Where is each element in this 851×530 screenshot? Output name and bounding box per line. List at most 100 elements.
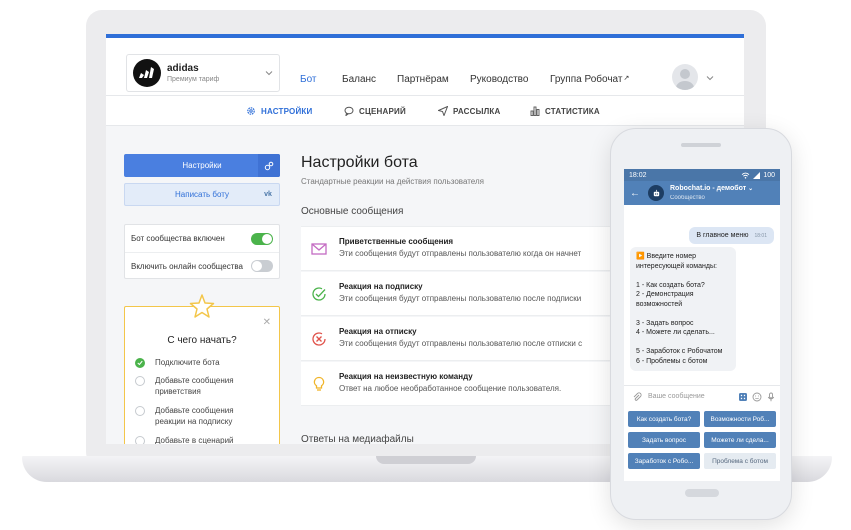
chevron-down-icon: ⌄ xyxy=(748,185,754,192)
bot-avatar xyxy=(648,185,664,201)
outgoing-message: В главное меню 18:01 xyxy=(689,227,774,244)
message-row-welcome[interactable]: Приветственные сообщения Эти сообщения б… xyxy=(301,227,621,271)
chat-bubble-icon xyxy=(344,106,354,116)
settings-button-label: Настройки xyxy=(182,161,222,170)
user-icon xyxy=(676,69,694,90)
message-desc: Эти сообщения будут отправлены пользоват… xyxy=(339,249,582,258)
toggle-online-switch[interactable] xyxy=(251,260,273,272)
chat-body: В главное меню 18:01 ▶️ Введите номер инт… xyxy=(624,205,780,385)
arrow-left-icon[interactable]: ← xyxy=(630,188,644,199)
message-title: Приветственные сообщения xyxy=(339,237,454,246)
chat-name: Robochat.io - демобот xyxy=(670,184,747,192)
circle-icon xyxy=(135,436,145,444)
message-desc: Эти сообщения будут отправлены пользоват… xyxy=(339,339,583,348)
outgoing-message-text: В главное меню xyxy=(696,232,749,239)
section-media-title: Ответы на медиафайлы xyxy=(301,434,414,444)
step-item[interactable]: Добавьте сообщения приветствия xyxy=(135,375,245,397)
kb-button[interactable]: Проблема с ботом xyxy=(704,453,776,469)
brand-selector[interactable]: adidas Премиум тариф xyxy=(126,54,280,92)
kb-button[interactable]: Можете ли сдела... xyxy=(704,432,776,448)
bulb-icon xyxy=(313,376,325,391)
phone-speaker xyxy=(681,143,721,147)
message-desc: Ответ на любое необработанное сообщение … xyxy=(339,384,562,393)
write-bot-button[interactable]: Написать боту vk xyxy=(124,183,280,206)
check-icon xyxy=(135,358,145,368)
getting-started-title: С чего начать? xyxy=(167,335,237,346)
toggle-online-label: Включить онлайн сообщества xyxy=(131,261,243,271)
write-bot-button-label: Написать боту xyxy=(175,190,229,199)
getting-started-card: ✕ С чего начать? Подключите бота Добавьт… xyxy=(124,294,280,444)
chevron-down-icon[interactable] xyxy=(706,74,714,82)
tab-scenario[interactable]: СЦЕНАРИЙ xyxy=(344,106,406,116)
gears-icon xyxy=(264,161,274,170)
send-icon xyxy=(438,106,448,116)
status-bar: 18:02 100 xyxy=(624,169,780,181)
app-header: adidas Премиум тариф Бот Баланс Партнёра… xyxy=(106,38,744,98)
tab-statistics[interactable]: СТАТИСТИКА xyxy=(530,106,600,116)
outgoing-message-time: 18:01 xyxy=(754,233,767,239)
gear-icon xyxy=(247,107,255,115)
emoji-icon[interactable] xyxy=(752,392,762,402)
bar-chart-icon xyxy=(530,106,540,116)
message-row-unsubscribe[interactable]: Реакция на отписку Эти сообщения будут о… xyxy=(301,317,621,361)
star-icon xyxy=(189,294,215,318)
tab-statistics-label: СТАТИСТИКА xyxy=(545,106,600,116)
circle-icon xyxy=(135,406,145,416)
signal-icon xyxy=(753,171,761,179)
wifi-icon xyxy=(742,172,750,179)
phone-screen: 18:02 100 ← Robochat.io - демобот ⌄ Сооб… xyxy=(624,169,780,481)
tab-mailing-label: РАССЫЛКА xyxy=(453,106,501,116)
chat-header: ← Robochat.io - демобот ⌄ Сообщество xyxy=(624,181,780,205)
tab-settings[interactable]: НАСТРОЙКИ xyxy=(246,106,312,116)
mail-icon xyxy=(311,243,327,255)
nav-guide[interactable]: Руководство xyxy=(470,74,528,85)
step-label: Добавьте сообщения реакции на подписку xyxy=(155,406,234,426)
status-time: 18:02 xyxy=(629,171,647,179)
kb-button[interactable]: Задать вопрос xyxy=(628,432,700,448)
message-input[interactable]: Ваше сообщение xyxy=(648,393,734,400)
message-row-subscribe[interactable]: Реакция на подписку Эти сообщения будут … xyxy=(301,272,621,316)
step-label: Добавьте сообщения приветствия xyxy=(155,376,234,396)
battery-level: 100 xyxy=(763,171,775,179)
nav-partners[interactable]: Партнёрам xyxy=(397,74,449,85)
nav-group-label: Группа Робочат xyxy=(550,74,623,85)
nav-bot[interactable]: Бот xyxy=(300,74,316,85)
tab-scenario-label: СЦЕНАРИЙ xyxy=(359,106,406,116)
kb-button[interactable]: Заработок с Робо... xyxy=(628,453,700,469)
external-link-icon: ↗ xyxy=(623,75,630,82)
step-item[interactable]: Добавьте в сценарий xyxy=(135,435,245,444)
chat-status: Сообщество xyxy=(670,194,705,201)
brand-logo xyxy=(133,59,161,87)
step-item[interactable]: Добавьте сообщения реакции на подписку xyxy=(135,405,255,427)
kb-button[interactable]: Как создать бота? xyxy=(628,411,700,427)
laptop-notch xyxy=(376,456,476,464)
phone-home-button xyxy=(685,489,719,497)
avatar[interactable] xyxy=(672,64,698,90)
kb-button[interactable]: Возможности Роб... xyxy=(704,411,776,427)
toggle-bot-enabled-switch[interactable] xyxy=(251,232,273,245)
brand-plan: Премиум тариф xyxy=(167,76,220,83)
phone-mockup: 18:02 100 ← Robochat.io - демобот ⌄ Сооб… xyxy=(610,128,792,520)
microphone-icon[interactable] xyxy=(766,392,776,402)
message-row-unknown[interactable]: Реакция на неизвестную команду Ответ на … xyxy=(301,362,621,406)
step-item[interactable]: Подключите бота xyxy=(135,357,220,368)
paperclip-icon[interactable] xyxy=(632,392,642,402)
nav-group[interactable]: Группа Робочат↗ xyxy=(550,74,629,85)
check-circle-icon xyxy=(312,287,326,301)
toggle-bot-enabled-label: Бот сообщества включен xyxy=(131,234,225,243)
tab-mailing[interactable]: РАССЫЛКА xyxy=(438,106,500,116)
adidas-logo-icon xyxy=(139,67,154,78)
message-title: Реакция на неизвестную команду xyxy=(339,372,473,381)
keyboard-icon[interactable] xyxy=(738,392,748,402)
vk-icon: vk xyxy=(264,191,272,198)
chevron-down-icon xyxy=(265,71,273,76)
page-subtitle: Стандартные реакции на действия пользова… xyxy=(301,177,484,186)
close-icon[interactable]: ✕ xyxy=(263,317,271,328)
tab-settings-label: НАСТРОЙКИ xyxy=(261,106,313,116)
nav-balance[interactable]: Баланс xyxy=(342,74,376,85)
section-basic-title: Основные сообщения xyxy=(301,206,404,217)
sub-navigation: НАСТРОЙКИ СЦЕНАРИЙ РАССЫЛКА СТАТИСТИКА xyxy=(106,96,744,126)
x-circle-icon xyxy=(312,332,326,346)
settings-button[interactable]: Настройки xyxy=(124,154,280,177)
bot-keyboard: Как создать бота? Возможности Роб... Зад… xyxy=(624,407,780,481)
